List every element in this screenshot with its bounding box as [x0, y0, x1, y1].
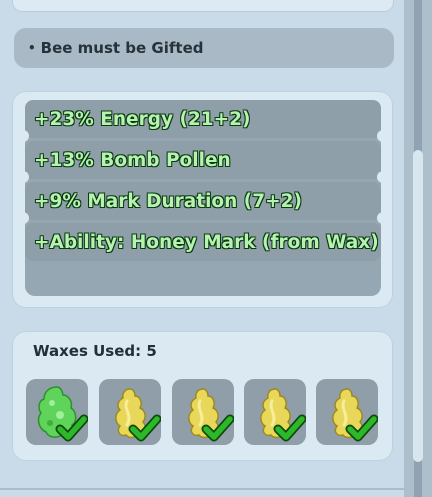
bee-info-panel: • Bee must be Gifted +23% Energy (21+2) …: [0, 0, 432, 497]
wax-slot[interactable]: [99, 379, 161, 445]
stat-row-energy: +23% Energy (21+2): [19, 100, 387, 142]
stat-row-ability: +Ability: Honey Mark (from Wax): [25, 223, 381, 261]
wax-slot[interactable]: [316, 379, 378, 445]
stat-row-bomb-pollen: +13% Bomb Pollen: [19, 141, 387, 183]
wax-slot[interactable]: [26, 379, 88, 445]
checkmark-icon: [128, 414, 161, 442]
bullet: •: [28, 41, 36, 55]
checkmark-icon: [345, 414, 378, 442]
previous-card: [12, 0, 394, 12]
stat-row-mark-duration: +9% Mark Duration (7+2): [19, 182, 387, 224]
checkmark-icon: [55, 414, 88, 442]
wax-slot[interactable]: [172, 379, 234, 445]
waxes-used-label: Waxes Used: 5: [33, 342, 157, 360]
requirement-text: Bee must be Gifted: [40, 39, 204, 57]
requirement-badge: • Bee must be Gifted: [14, 28, 394, 68]
divider: [0, 488, 404, 490]
checkmark-icon: [201, 414, 234, 442]
wax-slot[interactable]: [244, 379, 306, 445]
checkmark-icon: [273, 414, 306, 442]
scrollbar-thumb[interactable]: [413, 150, 423, 462]
